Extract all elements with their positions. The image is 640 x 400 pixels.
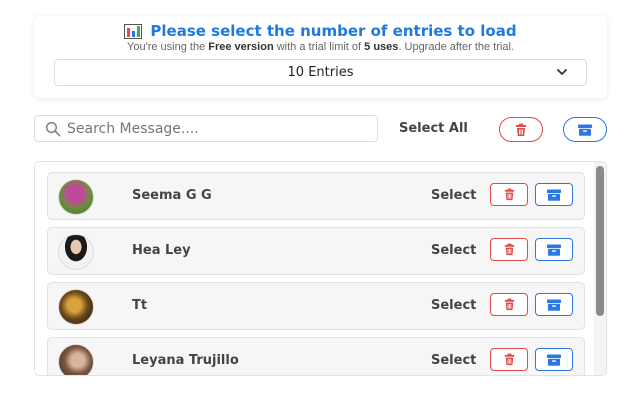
select-all-button[interactable]: Select All — [399, 121, 468, 136]
entries-dropdown[interactable]: 10 Entries — [54, 59, 587, 86]
entries-title-row: Please select the number of entries to l… — [34, 22, 607, 40]
archive-button[interactable] — [535, 348, 573, 371]
scrollbar[interactable] — [594, 162, 606, 375]
entries-dropdown-value: 10 Entries — [287, 65, 354, 80]
avatar — [58, 234, 94, 270]
contact-name: Tt — [132, 298, 148, 313]
trash-icon — [504, 298, 514, 311]
trash-icon — [504, 243, 514, 256]
trash-icon — [516, 123, 526, 136]
plan-name: Free version — [208, 41, 274, 53]
bar-chart-icon — [124, 23, 143, 39]
contact-row[interactable]: Hea Ley Select — [47, 227, 585, 275]
archive-box-icon — [547, 299, 561, 311]
trial-limit: 5 uses — [364, 41, 399, 53]
select-button[interactable]: Select — [431, 353, 476, 368]
trial-notice: You're using the Free version with a tri… — [127, 41, 514, 53]
avatar — [58, 179, 94, 215]
select-button[interactable]: Select — [431, 298, 476, 313]
archive-button[interactable] — [535, 238, 573, 261]
archive-button[interactable] — [535, 183, 573, 206]
avatar — [58, 289, 94, 325]
archive-box-icon — [547, 354, 561, 366]
avatar — [58, 344, 94, 375]
entries-card: Please select the number of entries to l… — [34, 16, 607, 98]
delete-button[interactable] — [490, 183, 528, 206]
scrollbar-thumb[interactable] — [596, 166, 604, 316]
search-icon — [45, 121, 61, 136]
trash-icon — [504, 353, 514, 366]
chevron-down-icon — [557, 69, 567, 75]
delete-button[interactable] — [490, 348, 528, 371]
archive-all-button[interactable] — [563, 117, 607, 142]
contact-name: Leyana Trujillo — [132, 353, 239, 368]
delete-all-button[interactable] — [499, 117, 543, 142]
select-button[interactable]: Select — [431, 188, 476, 203]
search-input[interactable] — [67, 120, 367, 137]
archive-button[interactable] — [535, 293, 573, 316]
contact-row[interactable]: Leyana Trujillo Select — [47, 337, 585, 375]
delete-button[interactable] — [490, 293, 528, 316]
contact-row[interactable]: Tt Select — [47, 282, 585, 330]
contact-row[interactable]: Seema G G Select — [47, 172, 585, 220]
contact-name: Seema G G — [132, 188, 212, 203]
search-box — [34, 115, 378, 142]
delete-button[interactable] — [490, 238, 528, 261]
trash-icon — [504, 188, 514, 201]
contact-name: Hea Ley — [132, 243, 191, 258]
archive-box-icon — [578, 124, 592, 136]
entries-title: Please select the number of entries to l… — [150, 22, 517, 40]
contact-list: Seema G G Select Hea Ley Select Tt Selec… — [34, 161, 607, 376]
select-button[interactable]: Select — [431, 243, 476, 258]
archive-box-icon — [547, 189, 561, 201]
archive-box-icon — [547, 244, 561, 256]
